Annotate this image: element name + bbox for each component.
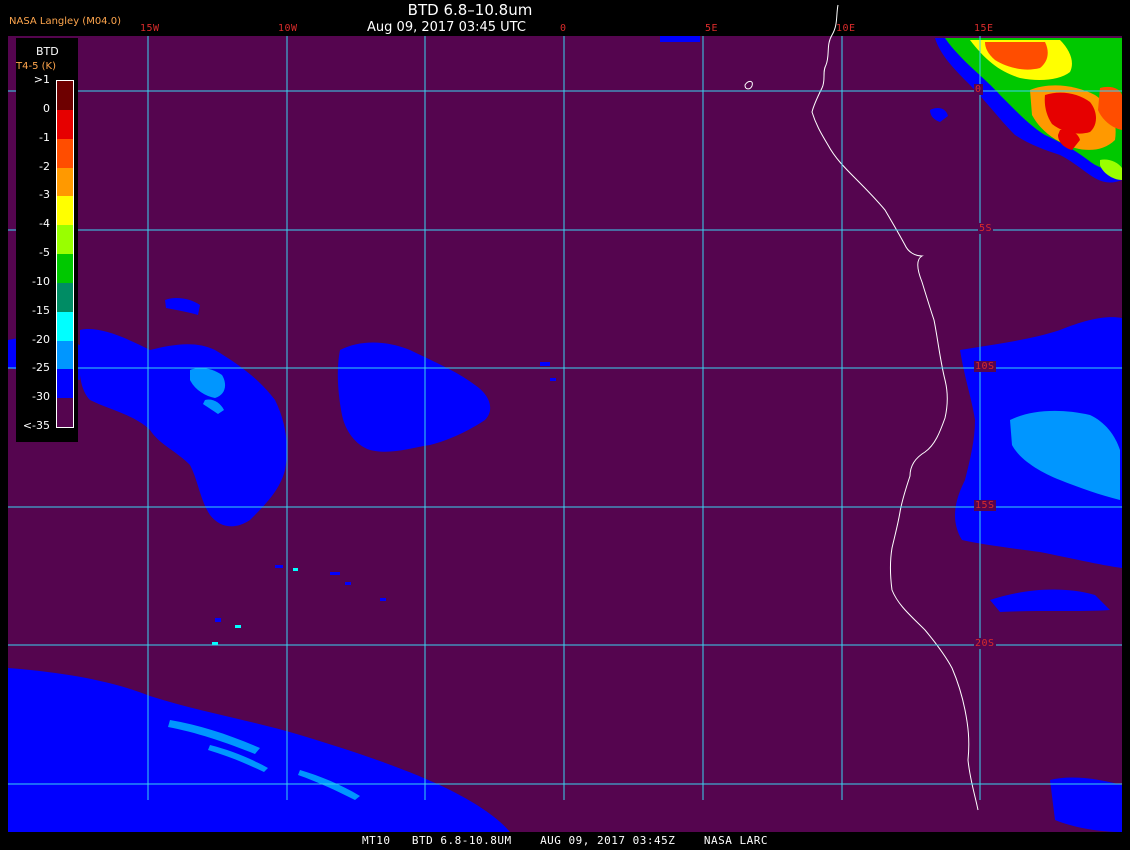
legend-label: <-35 bbox=[22, 419, 50, 432]
legend-swatch bbox=[57, 109, 73, 139]
lon-label-10e: 10E bbox=[836, 23, 856, 34]
legend-swatch bbox=[57, 225, 73, 255]
image-footer: MT10 BTD 6.8-10.8UM AUG 09, 2017 03:45Z … bbox=[362, 834, 768, 847]
legend-label: -10 bbox=[32, 274, 50, 288]
legend-swatch bbox=[57, 138, 73, 168]
legend-swatch bbox=[57, 369, 73, 399]
legend-color-bar bbox=[56, 80, 74, 428]
legend-swatch bbox=[57, 311, 73, 341]
image-timestamp: Aug 09, 2017 03:45 UTC bbox=[367, 20, 526, 35]
lon-label-0: 0 bbox=[560, 23, 567, 34]
legend-swatch bbox=[57, 81, 73, 110]
lon-label-5e: 5E bbox=[705, 23, 719, 34]
legend-swatch bbox=[57, 398, 73, 428]
legend-label: >1 bbox=[33, 73, 50, 86]
lat-label-10s: 10S bbox=[974, 361, 996, 372]
legend-label: 0 bbox=[43, 101, 50, 115]
legend-swatch bbox=[57, 167, 73, 197]
lat-label-5s: 5S bbox=[978, 223, 994, 234]
producer-label: NASA Langley (M04.0) bbox=[9, 16, 121, 27]
legend-title: BTD bbox=[36, 45, 59, 58]
btd-map bbox=[8, 4, 1122, 832]
lat-label-0: 0 bbox=[974, 84, 983, 95]
legend-label: -25 bbox=[32, 361, 50, 375]
legend-swatch bbox=[57, 254, 73, 283]
lat-label-15s: 15S bbox=[974, 500, 996, 511]
lon-label-10w: 10W bbox=[278, 23, 298, 34]
legend-label: -1 bbox=[39, 130, 50, 144]
legend-label: -20 bbox=[32, 332, 50, 346]
legend-swatch bbox=[57, 282, 73, 312]
legend-units: T4-5 (K) bbox=[16, 61, 56, 72]
legend-swatch bbox=[57, 340, 73, 370]
satellite-image-view: BTD 6.8–10.8um Aug 09, 2017 03:45 UTC NA… bbox=[0, 0, 1130, 850]
legend-label: -4 bbox=[39, 217, 50, 231]
lat-label-20s: 20S bbox=[974, 638, 996, 649]
lon-label-15e: 15E bbox=[974, 23, 994, 34]
legend-swatch bbox=[57, 196, 73, 226]
lon-label-15w: 15W bbox=[140, 23, 160, 34]
legend-label: -15 bbox=[32, 303, 50, 317]
legend-label: -3 bbox=[39, 188, 50, 202]
legend-label: -2 bbox=[39, 159, 50, 173]
legend-label: -30 bbox=[32, 390, 50, 404]
image-title: BTD 6.8–10.8um bbox=[407, 1, 533, 19]
legend-label: -5 bbox=[39, 246, 50, 259]
